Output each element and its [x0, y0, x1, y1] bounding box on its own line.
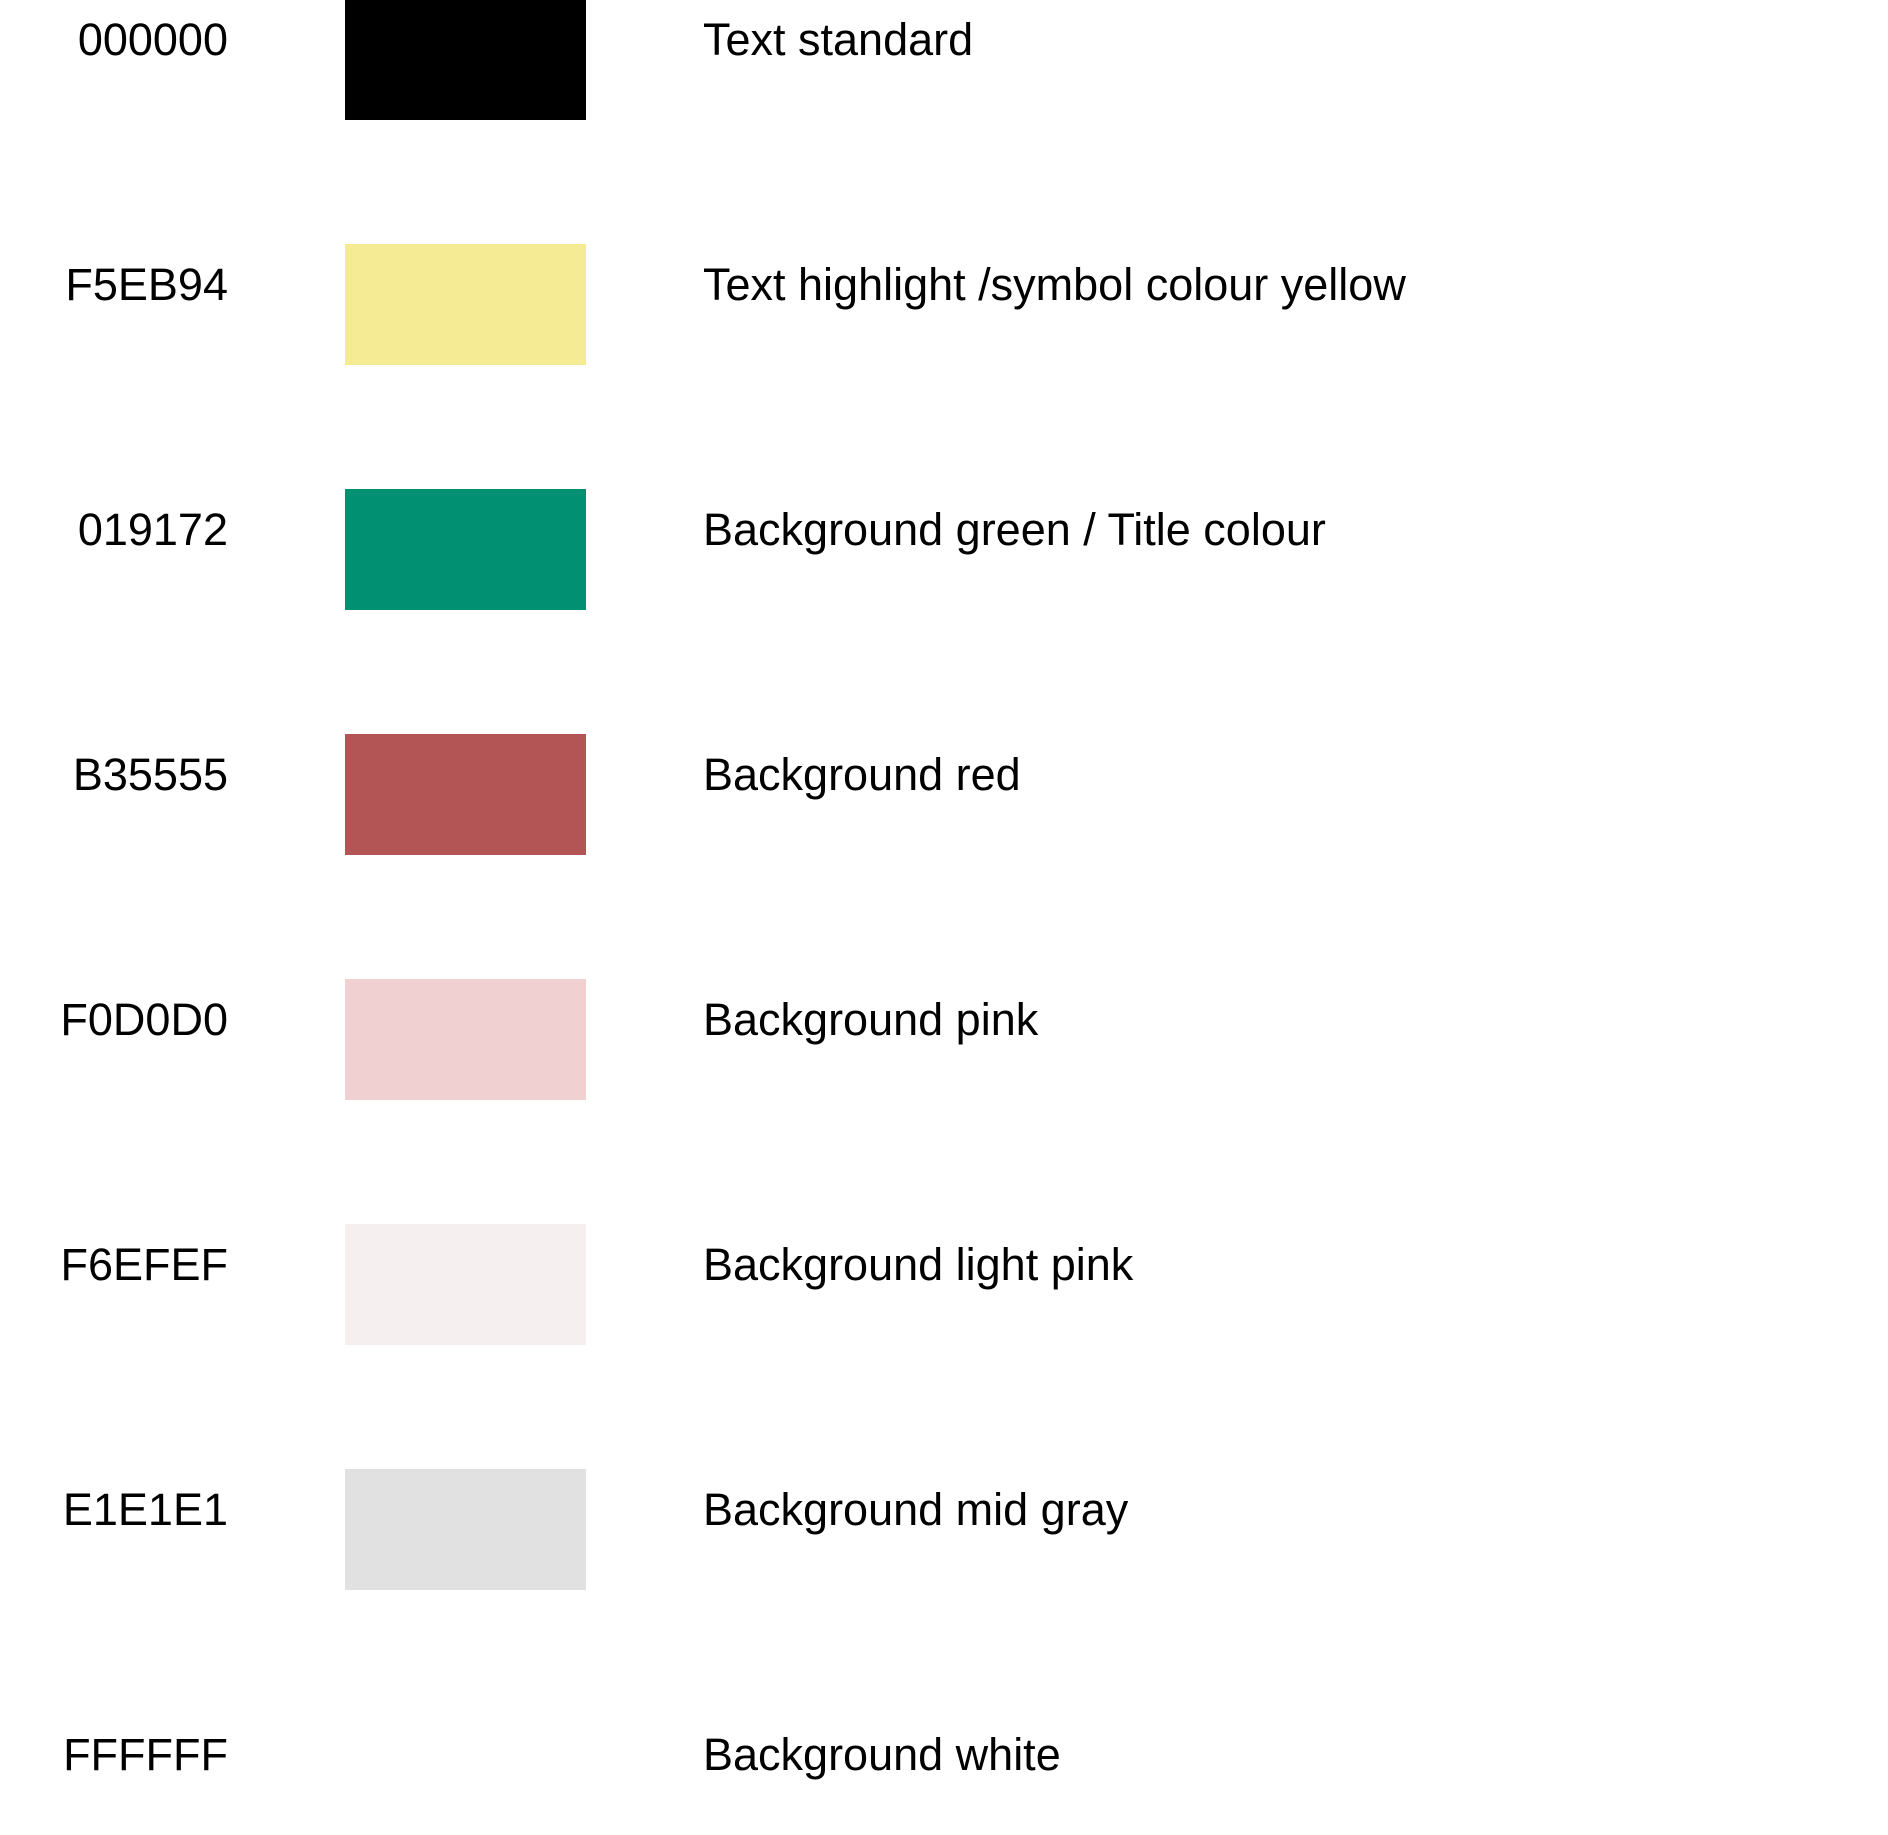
color-description: Background mid gray [703, 1484, 1129, 1535]
palette-row-mid-gray: E1E1E1 Background mid gray [0, 1469, 1888, 1590]
palette-row-black: 000000 Text standard [0, 0, 1888, 120]
color-description: Background green / Title colour [703, 504, 1326, 555]
color-swatch-red [345, 734, 586, 855]
color-description: Background pink [703, 994, 1039, 1045]
hex-code: FFFFFF [63, 1729, 228, 1780]
hex-code: 019172 [77, 504, 228, 555]
palette-row-green: 019172 Background green / Title colour [0, 489, 1888, 610]
hex-code: B35555 [72, 749, 228, 800]
color-swatch-pink [345, 979, 586, 1100]
color-description: Background light pink [703, 1239, 1134, 1290]
color-description: Background red [703, 749, 1021, 800]
color-swatch-white [345, 1714, 586, 1835]
palette-row-yellow: F5EB94 Text highlight /symbol colour yel… [0, 244, 1888, 365]
palette-row-red: B35555 Background red [0, 734, 1888, 855]
color-description: Text standard [703, 14, 974, 65]
color-description: Background white [703, 1729, 1061, 1780]
palette-row-white: FFFFFF Background white [0, 1714, 1888, 1835]
color-swatch-light-pink [345, 1224, 586, 1345]
hex-code: F5EB94 [65, 259, 228, 310]
hex-code: E1E1E1 [62, 1484, 228, 1535]
color-swatch-black [345, 0, 586, 120]
color-swatch-yellow [345, 244, 586, 365]
palette-row-light-pink: F6EFEF Background light pink [0, 1224, 1888, 1345]
hex-code: 000000 [77, 14, 228, 65]
color-description: Text highlight /symbol colour yellow [703, 259, 1406, 310]
color-swatch-green [345, 489, 586, 610]
color-swatch-mid-gray [345, 1469, 586, 1590]
hex-code: F0D0D0 [60, 994, 228, 1045]
palette-row-pink: F0D0D0 Background pink [0, 979, 1888, 1100]
hex-code: F6EFEF [60, 1239, 228, 1290]
